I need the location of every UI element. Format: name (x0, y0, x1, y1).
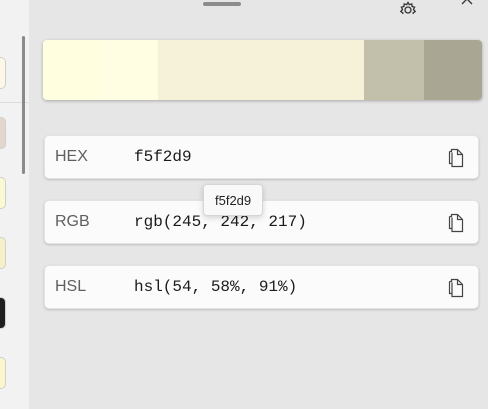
copy-icon (448, 213, 464, 233)
copy-icon (448, 278, 464, 298)
history-swatch-6[interactable] (0, 357, 6, 389)
history-swatch-3[interactable] (0, 177, 6, 209)
hex-row: HEX f5f2d9 (44, 135, 479, 179)
copy-hex-button[interactable] (446, 147, 466, 169)
shade-swatch-lighter-1[interactable] (99, 40, 158, 100)
history-swatch-2[interactable] (0, 117, 6, 149)
color-history-panel (0, 0, 29, 409)
copy-icon (448, 148, 464, 168)
history-swatch-4[interactable] (0, 237, 6, 269)
history-swatch-5[interactable] (0, 297, 6, 329)
hsl-label: HSL (55, 278, 87, 295)
copy-hsl-button[interactable] (446, 277, 466, 299)
drag-handle[interactable] (203, 2, 241, 6)
history-swatch-1[interactable] (0, 57, 6, 89)
close-button[interactable] (457, 0, 477, 14)
gear-icon (399, 1, 417, 14)
rgb-label: RGB (55, 213, 90, 230)
shade-swatch-darker-1[interactable] (364, 40, 424, 100)
hex-label: HEX (55, 148, 88, 165)
shade-swatch-selected[interactable] (158, 40, 364, 100)
hex-value[interactable]: f5f2d9 (134, 136, 192, 178)
shade-swatch-lighter-2[interactable] (43, 40, 99, 100)
color-shade-strip (43, 40, 482, 100)
color-picker-window: HEX f5f2d9 RGB rgb(245, 242, 217) HSL hs… (0, 0, 488, 409)
shade-swatch-darker-2[interactable] (424, 40, 482, 100)
history-scrollbar[interactable] (22, 36, 25, 174)
hsl-row: HSL hsl(54, 58%, 91%) (44, 265, 479, 309)
copy-tooltip: f5f2d9 (203, 184, 264, 216)
settings-button[interactable] (398, 0, 418, 14)
copy-rgb-button[interactable] (446, 212, 466, 234)
hsl-value[interactable]: hsl(54, 58%, 91%) (134, 266, 297, 308)
close-icon (461, 0, 473, 5)
